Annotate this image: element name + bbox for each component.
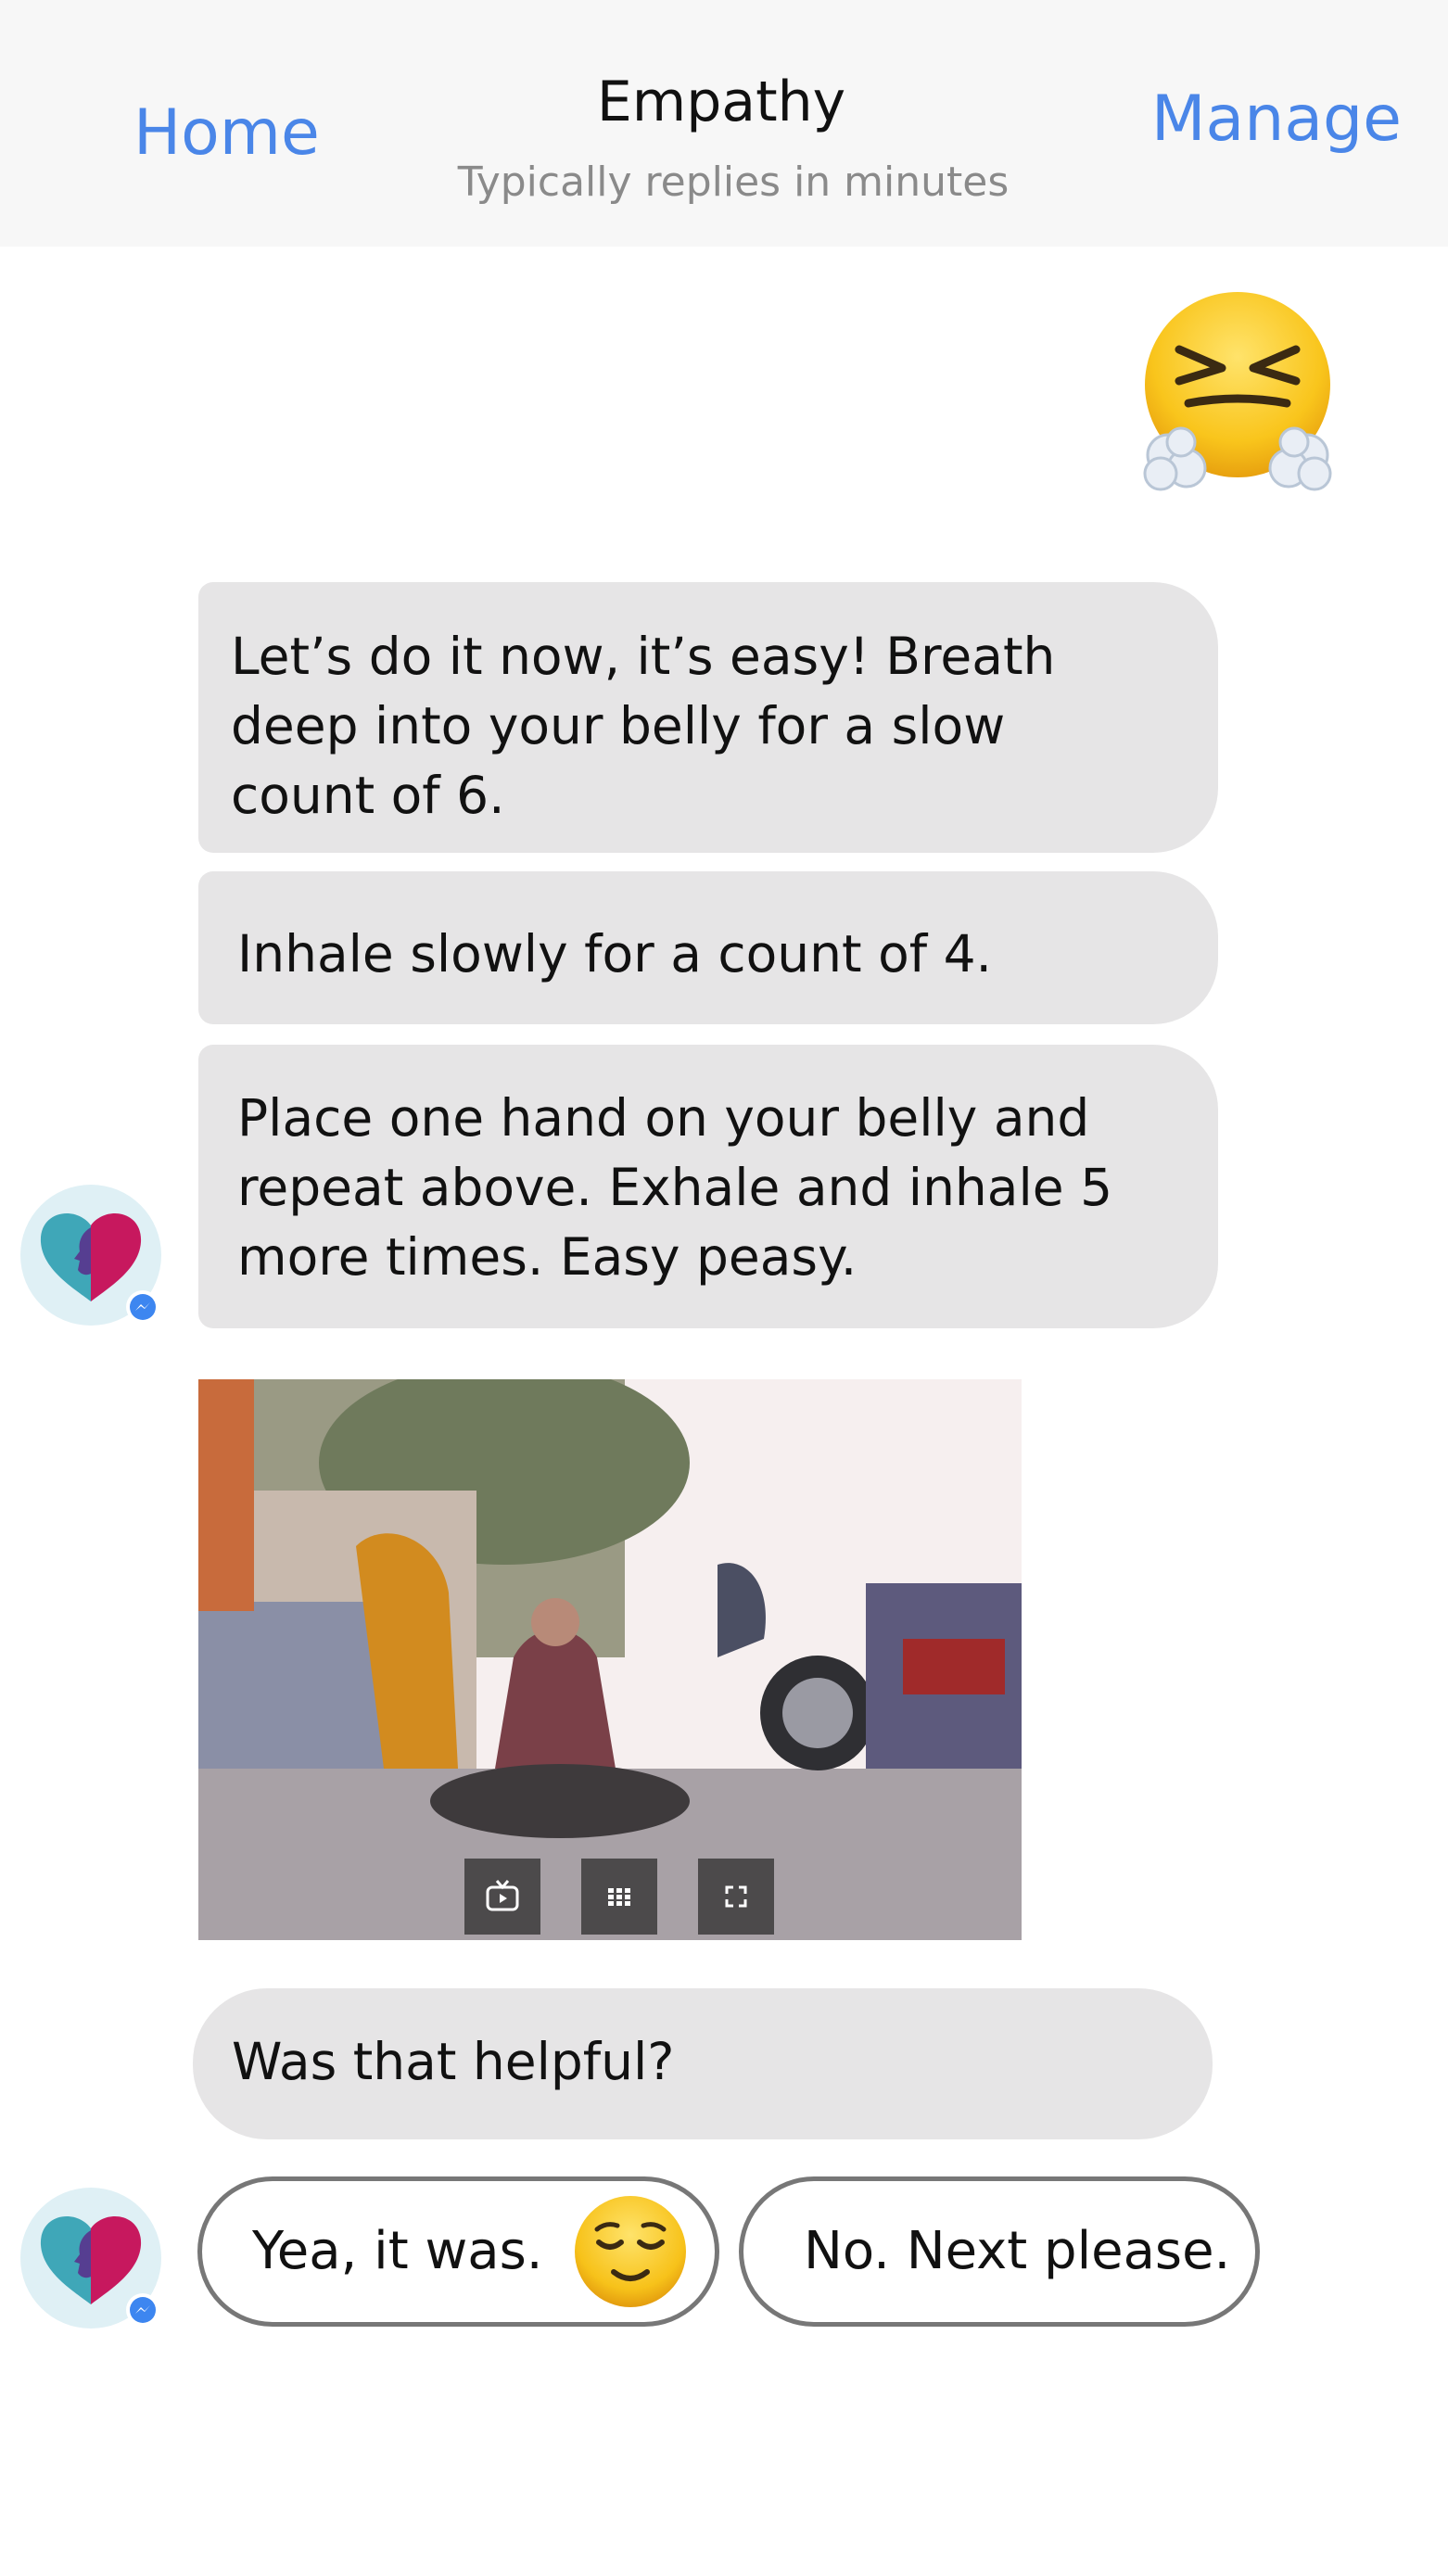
message-bubble: Place one hand on your belly and repeat … [198,1045,1218,1328]
street-meditation-photo [198,1379,1022,1940]
message-line: Inhale slowly for a count of 4. [237,924,993,983]
message-line: repeat above. Exhale and inhale 5 [237,1158,1113,1217]
tv-icon [486,1880,519,1911]
message-line: more times. Easy peasy. [237,1227,857,1287]
chat-title: Empathy [596,70,846,134]
message-line: count of 6. [231,766,505,825]
message-line: deep into your belly for a slow [231,696,1006,755]
tv-button[interactable] [464,1859,540,1935]
message-line: Let’s do it now, it’s easy! Breath [231,627,1056,686]
message-bubble: Inhale slowly for a count of 4. [198,871,1218,1024]
grid-button[interactable] [581,1859,657,1935]
quick-reply-yes-button[interactable]: Yea, it was. [197,2176,719,2327]
shared-photo[interactable] [198,1379,1022,1940]
fullscreen-icon [725,1885,747,1908]
manage-link[interactable]: Manage [1151,88,1402,151]
quick-reply-next-button[interactable]: No. Next please. [739,2176,1260,2327]
message-line: Was that helpful? [232,2032,675,2091]
message-bubble: Was that helpful? [193,1988,1213,2139]
grid-icon [608,1888,630,1906]
bot-avatar[interactable] [20,2188,161,2329]
relieved-face-icon [575,2196,686,2307]
bot-avatar[interactable] [20,1185,161,1326]
chat-header: Home Empathy Typically replies in minute… [0,0,1448,247]
fullscreen-button[interactable] [698,1859,774,1935]
quick-reply-label: No. Next please. [804,2221,1231,2281]
message-bubble: Let’s do it now, it’s easy! Breath deep … [198,582,1218,853]
message-line: Place one hand on your belly and [237,1088,1090,1148]
reply-time-subtitle: Typically replies in minutes [457,159,1010,206]
face-with-steam-icon [1143,292,1332,491]
quick-reply-label: Yea, it was. [252,2221,543,2281]
